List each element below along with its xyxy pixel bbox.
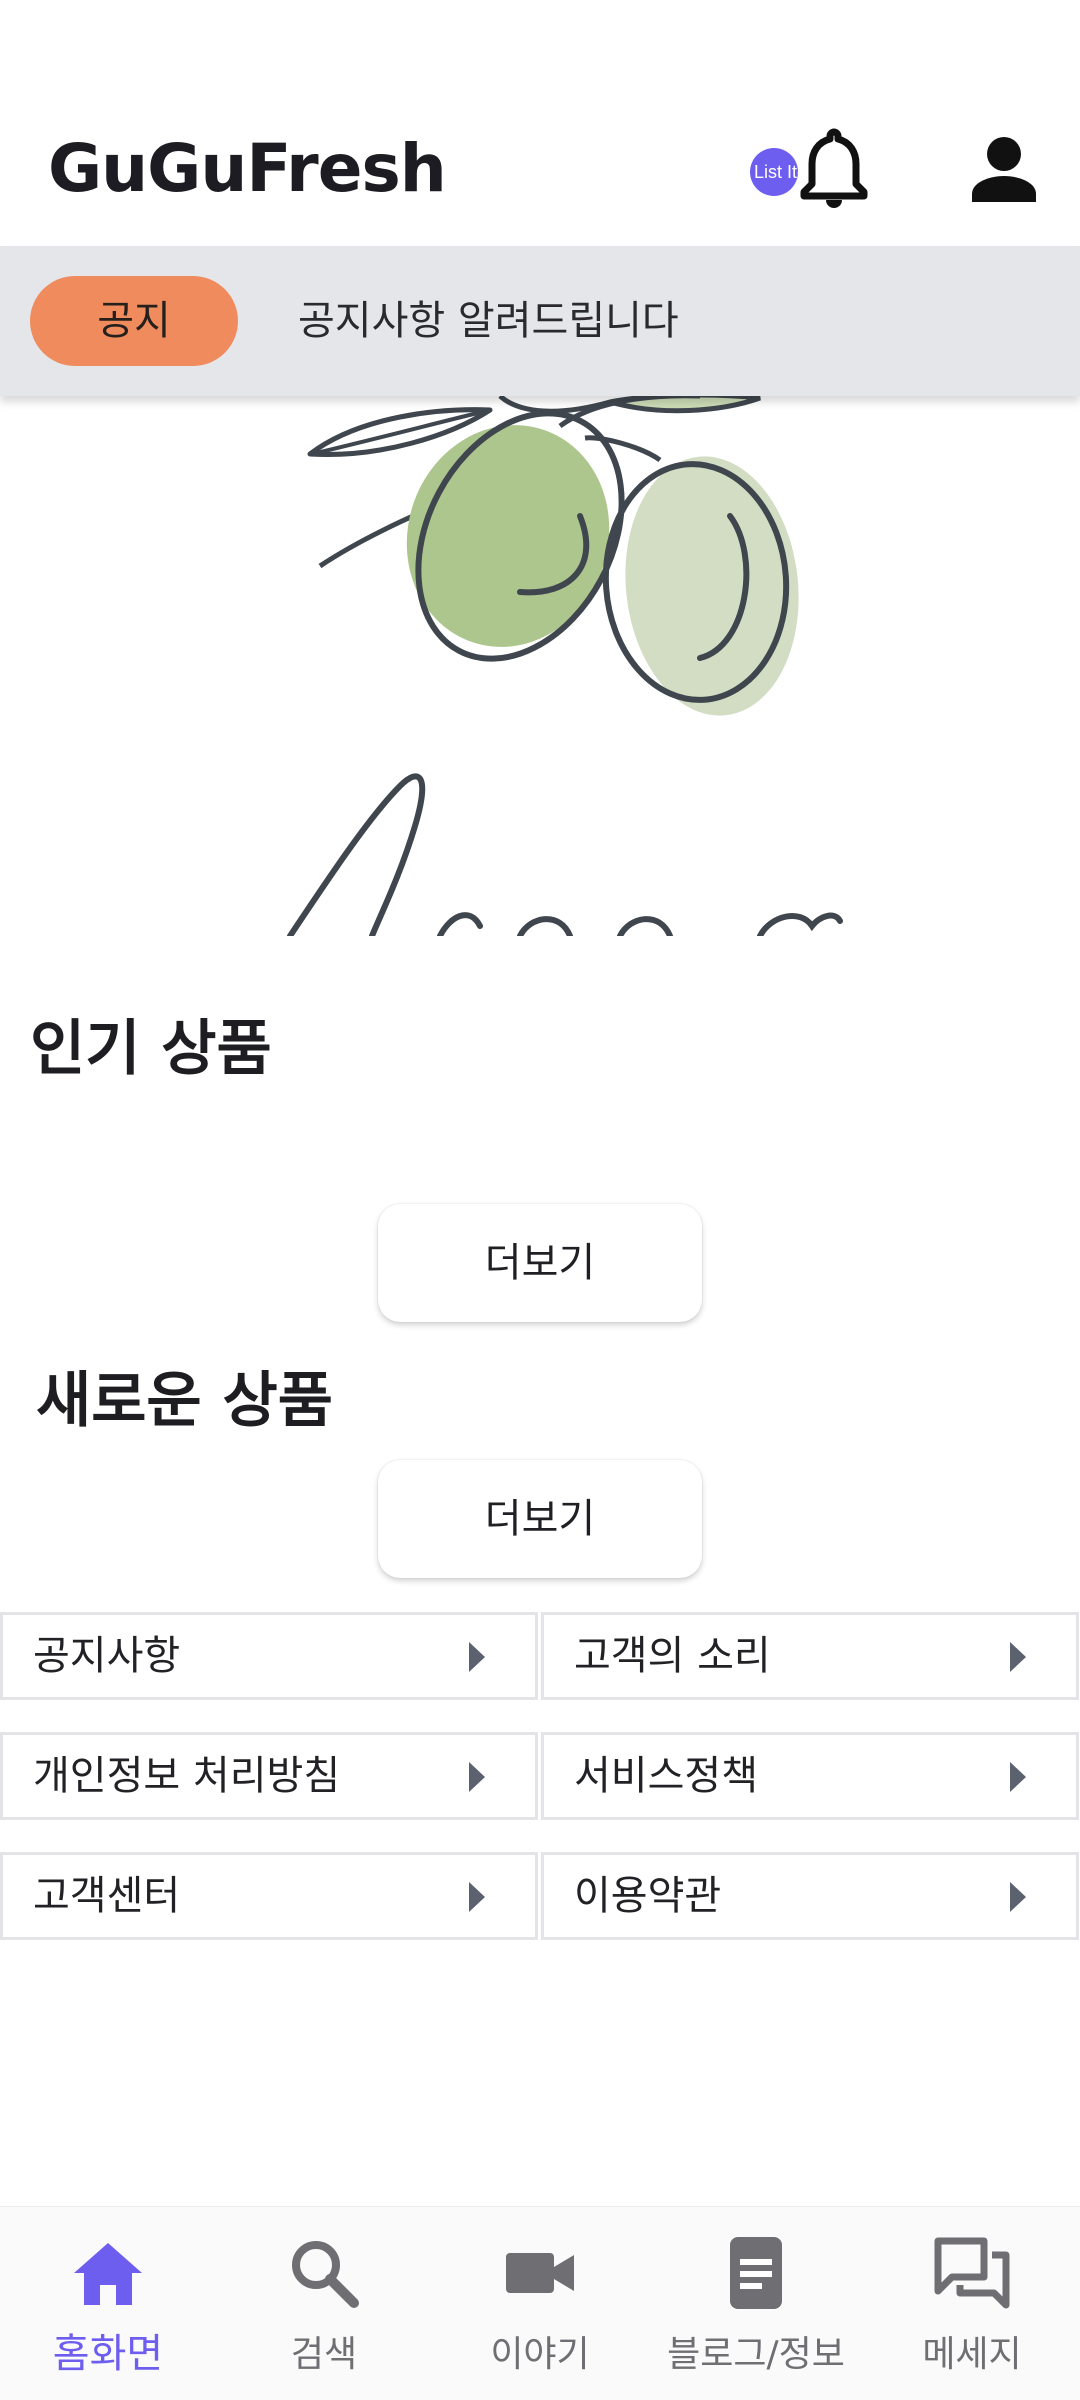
nav-label: 홈화면 (52, 2331, 164, 2377)
nav-home[interactable]: 홈화면 (0, 2207, 216, 2400)
nav-search[interactable]: 검색 (216, 2207, 432, 2400)
bottom-nav: 홈화면 검색 이야기 블로그/정보 메세지 (0, 2206, 1080, 2400)
link-terms[interactable]: 이용약관 (541, 1852, 1079, 1940)
link-label: 개인정보 처리방침 (33, 1753, 341, 1799)
popular-more-button[interactable]: 더보기 (378, 1204, 702, 1322)
notice-text[interactable]: 공지사항 알려드립니다 (298, 246, 679, 396)
link-customer-voice[interactable]: 고객의 소리 (541, 1612, 1079, 1700)
nav-label: 블로그/정보 (667, 2334, 845, 2375)
link-customer-center[interactable]: 고객센터 (0, 1852, 538, 1940)
home-icon (74, 2243, 142, 2305)
arrow-right-icon (1010, 1762, 1026, 1792)
nav-label: 검색 (290, 2334, 358, 2375)
arrow-right-icon (469, 1882, 485, 1912)
link-notice[interactable]: 공지사항 (0, 1612, 538, 1700)
nav-story[interactable]: 이야기 (432, 2207, 648, 2400)
nav-label: 메세지 (922, 2334, 1022, 2375)
nav-messages[interactable]: 메세지 (864, 2207, 1080, 2400)
notification-badge: List Ite (750, 148, 798, 196)
app-logo[interactable]: GuGuFresh (48, 130, 447, 207)
olive-illustration (287, 396, 843, 936)
banner-image[interactable] (0, 396, 1080, 936)
link-label: 서비스정책 (574, 1753, 758, 1799)
bell-icon[interactable] (796, 126, 872, 210)
link-service-policy[interactable]: 서비스정책 (541, 1732, 1079, 1820)
arrow-right-icon (469, 1642, 485, 1672)
arrow-right-icon (1010, 1882, 1026, 1912)
link-label: 이용약관 (574, 1873, 722, 1919)
arrow-right-icon (469, 1762, 485, 1792)
link-label: 공지사항 (33, 1633, 181, 1679)
popular-products-title: 인기 상품 (30, 1014, 272, 1084)
chat-icon (934, 2237, 1010, 2309)
person-icon[interactable] (968, 136, 1040, 204)
notice-tag: 공지 (30, 276, 238, 366)
new-more-button[interactable]: 더보기 (378, 1460, 702, 1578)
notice-bar[interactable]: 공지 공지사항 알려드립니다 (0, 246, 1080, 396)
video-icon (506, 2253, 574, 2293)
new-products-title: 새로운 상품 (36, 1366, 333, 1436)
document-icon (730, 2237, 782, 2309)
link-label: 고객센터 (33, 1873, 181, 1919)
link-label: 고객의 소리 (574, 1633, 771, 1679)
app-header: GuGuFresh List Ite (0, 0, 1080, 246)
nav-blog[interactable]: 블로그/정보 (648, 2207, 864, 2400)
search-icon (292, 2241, 359, 2308)
nav-label: 이야기 (490, 2334, 590, 2375)
arrow-right-icon (1010, 1642, 1026, 1672)
link-privacy-policy[interactable]: 개인정보 처리방침 (0, 1732, 538, 1820)
